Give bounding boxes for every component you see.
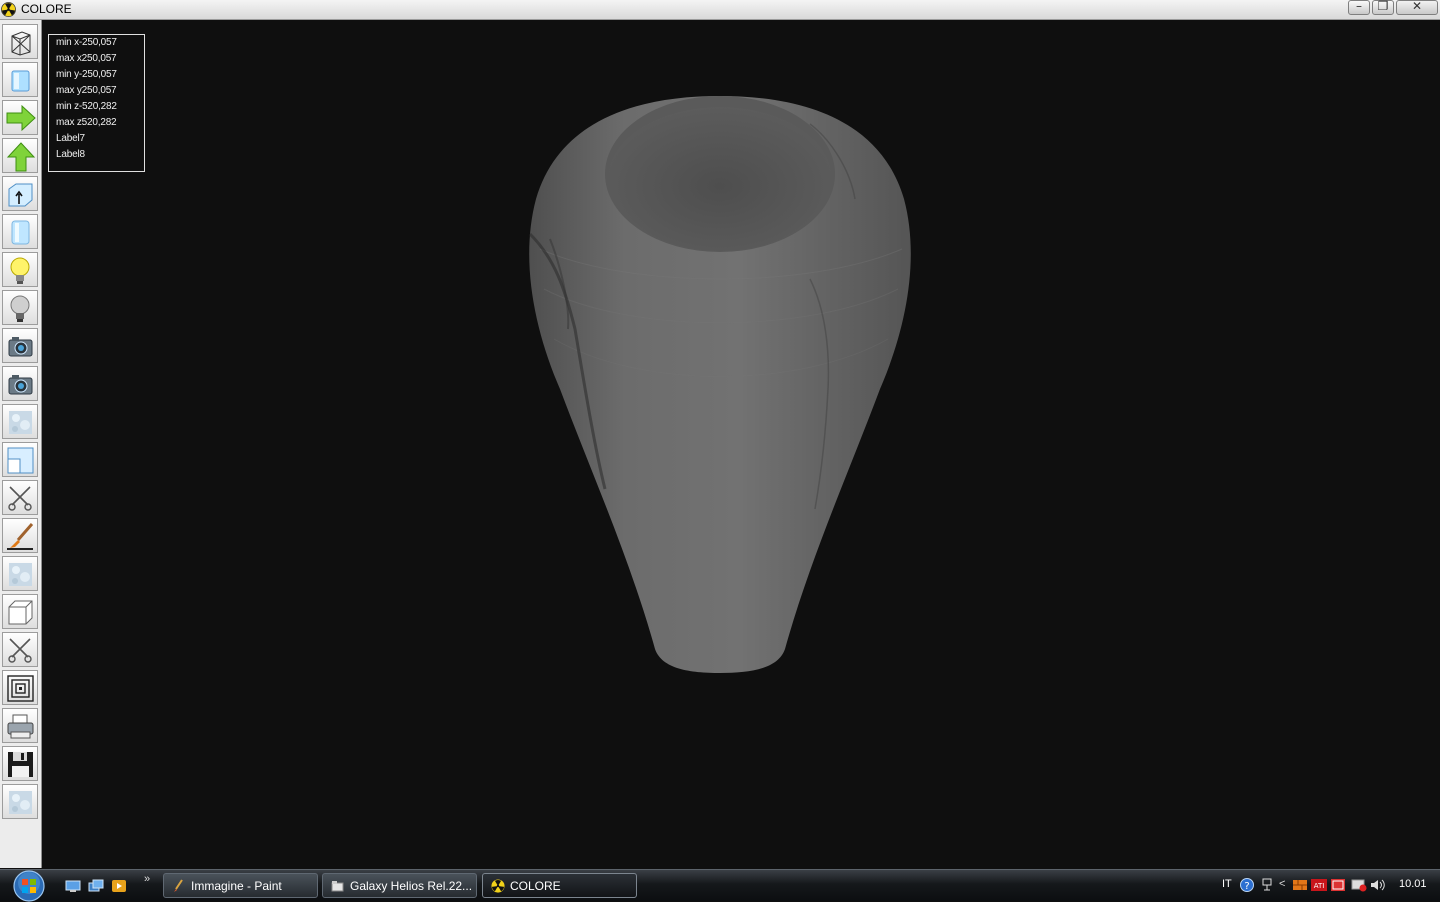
- cube-button[interactable]: [2, 594, 38, 629]
- save-button[interactable]: [2, 746, 38, 781]
- window-title: COLORE: [21, 2, 72, 16]
- camera-button-2[interactable]: [2, 366, 38, 401]
- frame-button[interactable]: [2, 670, 38, 705]
- svg-text:ATI: ATI: [1314, 882, 1325, 890]
- cut-button-2[interactable]: [2, 632, 38, 667]
- scissors-icon: [8, 486, 32, 511]
- lightbulb-on-icon: [10, 257, 30, 284]
- bounds-info-panel: min x-250,057 max x250,057 min y-250,057…: [48, 34, 145, 172]
- texture-button-3[interactable]: [2, 784, 38, 819]
- close-icon: ✕: [1411, 0, 1423, 13]
- firewall-icon[interactable]: [1292, 878, 1308, 892]
- minimize-icon: –: [1356, 0, 1362, 13]
- cut-button-1[interactable]: [2, 480, 38, 515]
- scissors-icon: [8, 638, 32, 663]
- wireframe-box-icon: [11, 31, 31, 56]
- task-label-galaxy-helios: Galaxy Helios Rel.22...: [350, 879, 473, 893]
- ati-icon[interactable]: ATI: [1310, 878, 1328, 892]
- solid-box-icon: [11, 70, 30, 92]
- cylinder-button[interactable]: [2, 214, 38, 249]
- min-z-label: min z-520,282: [56, 101, 117, 112]
- language-indicator[interactable]: IT: [1222, 878, 1232, 890]
- show-desktop-icon[interactable]: [65, 879, 81, 893]
- monitor-alert-icon[interactable]: [1351, 878, 1367, 892]
- texture-icon: [9, 563, 32, 586]
- texture-button-2[interactable]: [2, 556, 38, 591]
- camera-button-1[interactable]: [2, 328, 38, 363]
- floppy-disk-icon: [8, 752, 33, 777]
- radiation-icon: [491, 879, 505, 893]
- paint-icon: [174, 879, 183, 892]
- camera-icon: [8, 337, 33, 357]
- green-arrow-right-icon: [6, 104, 36, 132]
- camera-icon: [8, 375, 33, 395]
- min-x-label: min x-250,057: [56, 37, 117, 48]
- tool-palette: [0, 20, 42, 868]
- printer-icon: [7, 714, 34, 739]
- texture-icon: [9, 791, 32, 814]
- taskbar: » Immagine - Paint Galaxy Helios Rel.22.…: [0, 869, 1440, 902]
- minimize-button[interactable]: –: [1348, 0, 1370, 15]
- paintbrush-icon: [7, 523, 34, 550]
- paint-button[interactable]: [2, 518, 38, 553]
- 3d-viewport[interactable]: min x-250,057 max x250,057 min y-250,057…: [42, 20, 1440, 869]
- max-x-label: max x250,057: [56, 53, 117, 64]
- concentric-squares-icon: [7, 675, 34, 702]
- task-button-galaxy-helios[interactable]: Galaxy Helios Rel.22...: [322, 873, 477, 898]
- task-label-colore: COLORE: [510, 879, 561, 893]
- min-y-label: min y-250,057: [56, 69, 117, 80]
- cube-icon: [8, 600, 33, 625]
- svg-text:?: ?: [1244, 881, 1249, 892]
- clock[interactable]: 10.01: [1399, 878, 1427, 890]
- volume-icon[interactable]: [1370, 878, 1386, 892]
- restore-icon: ❐: [1377, 0, 1389, 13]
- radiation-icon: [1, 2, 16, 17]
- lightbulb-off-icon: [10, 295, 30, 322]
- system-tray: IT ? < ATI 10.01: [1210, 870, 1440, 901]
- window-split-button[interactable]: [2, 442, 38, 477]
- task-button-colore[interactable]: COLORE: [482, 873, 637, 898]
- window-split-icon: [7, 447, 34, 474]
- light-off-button[interactable]: [2, 290, 38, 325]
- cylinder-icon: [11, 220, 30, 245]
- wireframe-box-button[interactable]: [2, 24, 38, 59]
- max-y-label: max y250,057: [56, 85, 117, 96]
- restore-button[interactable]: ❐: [1372, 0, 1394, 15]
- more-quicklaunch-icon[interactable]: »: [144, 873, 150, 885]
- box-up-button[interactable]: [2, 176, 38, 211]
- max-z-label: max z520,282: [56, 117, 117, 128]
- solid-box-button[interactable]: [2, 62, 38, 97]
- label7: Label7: [56, 133, 85, 144]
- arrow-right-button[interactable]: [2, 100, 38, 135]
- security-icon[interactable]: [1330, 878, 1346, 892]
- vase-model: [528, 96, 911, 673]
- help-icon[interactable]: ?: [1240, 878, 1254, 892]
- texture-button-1[interactable]: [2, 404, 38, 439]
- media-player-icon[interactable]: [111, 879, 127, 893]
- box-up-arrow-icon: [8, 183, 33, 207]
- green-arrow-up-icon: [6, 142, 36, 172]
- print-button[interactable]: [2, 708, 38, 743]
- folder-icon: [331, 881, 344, 892]
- texture-icon: [9, 411, 32, 434]
- task-label-paint: Immagine - Paint: [191, 879, 282, 893]
- arrow-up-button[interactable]: [2, 138, 38, 173]
- task-button-paint[interactable]: Immagine - Paint: [163, 873, 318, 898]
- label8: Label8: [56, 149, 85, 160]
- switch-windows-icon[interactable]: [88, 879, 104, 893]
- network-icon[interactable]: [1262, 878, 1274, 892]
- close-button[interactable]: ✕: [1396, 0, 1438, 15]
- start-button[interactable]: [10, 870, 48, 902]
- tray-expand-icon[interactable]: <: [1279, 878, 1285, 890]
- window-controls: – ❐ ✕: [1346, 0, 1438, 16]
- light-on-button[interactable]: [2, 252, 38, 287]
- title-bar: COLORE – ❐ ✕: [0, 0, 1440, 20]
